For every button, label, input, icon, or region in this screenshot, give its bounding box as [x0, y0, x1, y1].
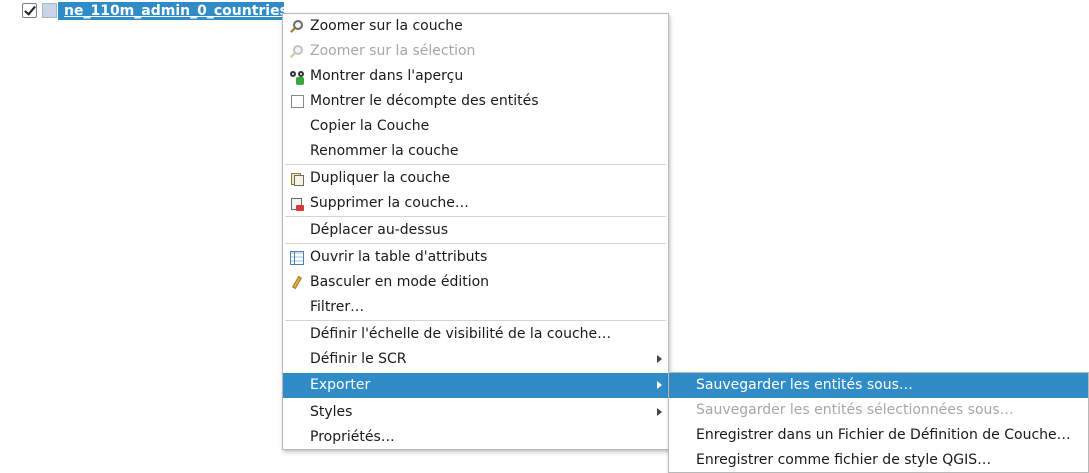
menu-separator: [285, 164, 666, 165]
menu-item-label: Montrer le décompte des entités: [310, 93, 539, 109]
menu-item-label: Basculer en mode édition: [310, 274, 490, 290]
menu-item-export[interactable]: Exporter: [283, 373, 668, 398]
submenu-arrow-icon: [657, 408, 662, 416]
menu-item-label: Déplacer au-dessus: [310, 222, 449, 238]
submenu-item-label: Enregistrer dans un Fichier de Définitio…: [696, 427, 1071, 443]
submenu-item-save-qgis-style[interactable]: Enregistrer comme fichier de style QGIS…: [669, 448, 1088, 473]
zoom-layer-icon: [290, 20, 304, 34]
menu-separator: [285, 320, 666, 321]
menu-item-zoom-to-selection[interactable]: Zoomer sur la sélection: [283, 39, 668, 64]
submenu-item-save-layer-definition[interactable]: Enregistrer dans un Fichier de Définitio…: [669, 423, 1088, 448]
submenu-arrow-icon: [657, 355, 662, 363]
submenu-item-save-features-as[interactable]: Sauvegarder les entités sous…: [669, 373, 1088, 398]
menu-item-label: Propriétés…: [310, 429, 395, 445]
menu-item-toggle-editing[interactable]: Basculer en mode édition: [283, 270, 668, 295]
polygon-layer-icon: [42, 3, 57, 18]
menu-separator: [285, 216, 666, 217]
menu-item-properties[interactable]: Propriétés…: [283, 425, 668, 450]
menu-item-show-feature-count[interactable]: Montrer le décompte des entités: [283, 89, 668, 114]
duplicate-layer-icon: [290, 172, 304, 186]
menu-item-label: Supprimer la couche…: [310, 195, 469, 211]
menu-item-rename-layer[interactable]: Renommer la couche: [283, 139, 668, 164]
menu-item-move-to-top[interactable]: Déplacer au-dessus: [283, 218, 668, 243]
menu-item-label: Dupliquer la couche: [310, 170, 451, 186]
menu-item-label: Copier la Couche: [310, 118, 430, 134]
checkbox-icon[interactable]: [291, 95, 304, 108]
submenu-item-label: Enregistrer comme fichier de style QGIS…: [696, 452, 992, 468]
layer-visibility-checkbox[interactable]: [22, 3, 37, 18]
menu-item-label: Zoomer sur la sélection: [310, 43, 476, 59]
menu-item-label: Renommer la couche: [310, 143, 459, 159]
submenu-item-label: Sauvegarder les entités sélectionnées so…: [696, 402, 1014, 418]
menu-item-set-scale-visibility[interactable]: Définir l'échelle de visibilité de la co…: [283, 322, 668, 347]
menu-item-label: Zoomer sur la couche: [310, 18, 463, 34]
menu-item-label: Montrer dans l'aperçu: [310, 68, 464, 84]
menu-item-duplicate-layer[interactable]: Dupliquer la couche: [283, 166, 668, 191]
layer-tree-row[interactable]: ne_110m_admin_0_countries: [0, 0, 288, 22]
menu-item-copy-layer[interactable]: Copier la Couche: [283, 114, 668, 139]
layer-name[interactable]: ne_110m_admin_0_countries: [64, 2, 288, 20]
menu-item-set-crs[interactable]: Définir le SCR: [283, 347, 668, 372]
menu-item-label: Filtrer…: [310, 299, 365, 315]
submenu-arrow-icon: [657, 381, 662, 389]
menu-item-label: Exporter: [310, 377, 371, 393]
menu-item-show-in-overview[interactable]: Montrer dans l'aperçu: [283, 64, 668, 89]
remove-layer-icon: [290, 197, 304, 211]
menu-item-label: Ouvrir la table d'attributs: [310, 249, 488, 265]
export-submenu: Sauvegarder les entités sous… Sauvegarde…: [668, 372, 1089, 473]
menu-item-label: Définir le SCR: [310, 351, 407, 367]
overview-glasses-icon: [290, 70, 304, 85]
attribute-table-icon: [290, 251, 304, 265]
submenu-item-save-selected-features-as[interactable]: Sauvegarder les entités sélectionnées so…: [669, 398, 1088, 423]
menu-item-filter[interactable]: Filtrer…: [283, 295, 668, 320]
menu-separator: [285, 243, 666, 244]
menu-item-remove-layer[interactable]: Supprimer la couche…: [283, 191, 668, 216]
submenu-item-label: Sauvegarder les entités sous…: [696, 377, 913, 393]
menu-item-zoom-to-layer[interactable]: Zoomer sur la couche: [283, 14, 668, 39]
menu-item-label: Styles: [310, 404, 353, 420]
menu-item-styles[interactable]: Styles: [283, 400, 668, 425]
layer-context-menu: Zoomer sur la couche Zoomer sur la sélec…: [282, 13, 669, 450]
zoom-selection-icon: [290, 45, 304, 59]
menu-item-open-attribute-table[interactable]: Ouvrir la table d'attributs: [283, 245, 668, 270]
menu-item-label: Définir l'échelle de visibilité de la co…: [310, 326, 612, 342]
pencil-icon: [290, 275, 304, 290]
